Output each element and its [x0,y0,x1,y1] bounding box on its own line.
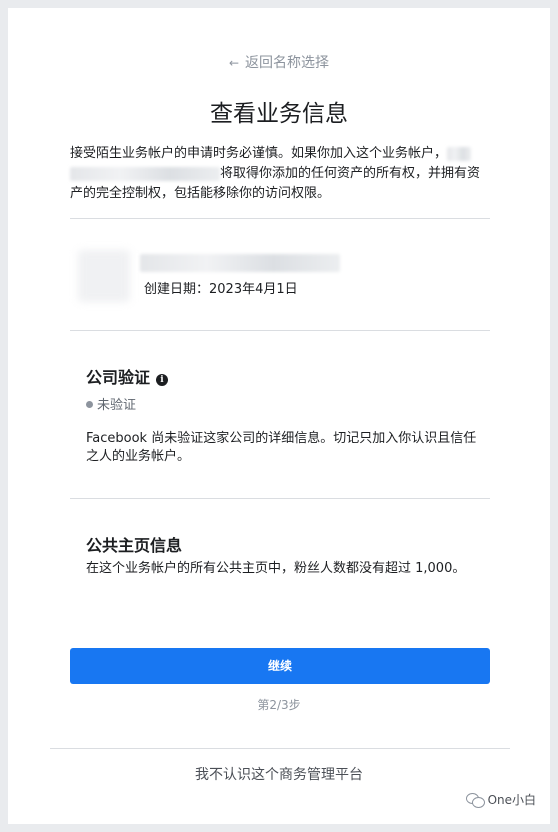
divider [70,330,490,331]
redacted-business-name [447,146,472,161]
divider [70,218,490,219]
continue-button[interactable]: 继续 [70,648,490,684]
not-recognize-link[interactable]: 我不认识这个商务管理平台 [8,764,550,784]
info-icon[interactable]: i [156,374,169,386]
chat-bubble-icon [465,792,485,808]
redacted-business-name-2 [70,166,220,181]
verification-status-label: 未验证 [97,398,137,413]
footer-divider [50,748,510,749]
business-avatar [78,250,130,302]
review-business-card: ← 返回名称选择 查看业务信息 接受陌生业务帐户的申请时务必谨慎。如果你加入这个业… [8,8,550,824]
divider [70,498,490,499]
business-created-date: 创建日期：2023年4月1日 [144,282,298,297]
public-page-description: 在这个业务帐户的所有公共主页中，粉丝人数都没有超过 1,000。 [86,561,466,576]
verification-description: Facebook 尚未验证这家公司的详细信息。切记只加入你认识且信任之人的业务帐… [86,431,477,464]
warning-text: 接受陌生业务帐户的申请时务必谨慎。如果你加入这个业务帐户， 将取得你添加的任何资… [70,144,490,204]
status-dot-icon [86,401,93,408]
public-page-info-title: 公共主页信息 [86,536,183,555]
company-verification-label: 公司验证 [86,368,151,387]
page-title: 查看业务信息 [210,101,348,127]
step-indicator: 第2/3步 [257,698,301,712]
back-arrow-icon: ← [228,56,240,70]
back-label: 返回名称选择 [245,55,330,71]
watermark: One小白 [465,791,536,808]
verification-status: 未验证 [86,394,136,413]
back-to-name-selection-link[interactable]: ← 返回名称选择 [8,52,550,72]
company-verification-title: 公司验证 i [86,364,169,388]
watermark-text: One小白 [487,793,536,807]
redacted-business-title [140,254,340,272]
warning-text-part1: 接受陌生业务帐户的申请时务必谨慎。如果你加入这个业务帐户， [70,146,448,161]
